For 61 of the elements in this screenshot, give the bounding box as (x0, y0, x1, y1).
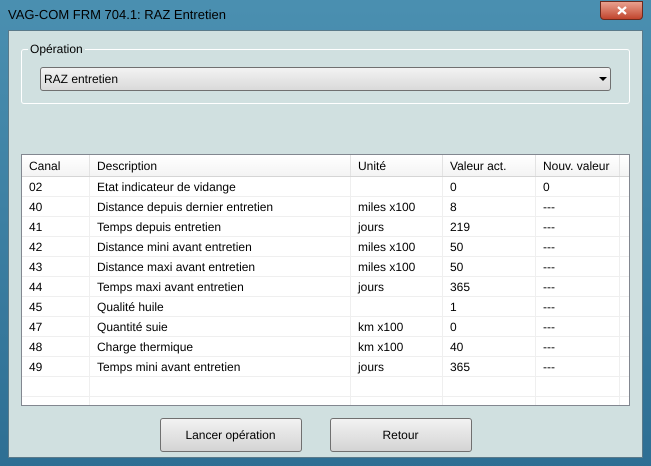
table-cell-text: --- (543, 258, 555, 276)
table-cell-text: Temps mini avant entretien (97, 358, 240, 376)
table-cell-text: miles x100 (358, 258, 416, 276)
window-title: VAG-COM FRM 704.1: RAZ Entretien (8, 6, 226, 24)
table-cell-text: 44 (29, 278, 42, 296)
column-header[interactable]: Unité (351, 155, 443, 176)
table-cell-text: 47 (29, 318, 42, 336)
dialog-button[interactable]: Lancer opération (160, 418, 302, 452)
table-cell-text: --- (543, 338, 555, 356)
table-cell-text: 48 (29, 338, 42, 356)
table-cell-text: Charge thermique (97, 338, 194, 356)
table-cell-text: km x100 (358, 318, 404, 336)
table-cell-text: Distance depuis dernier entretien (97, 198, 274, 216)
table-cell-text: 41 (29, 218, 42, 236)
table-cell-text: 365 (450, 358, 470, 376)
close-icon (616, 6, 626, 14)
table-cell-text: --- (543, 358, 555, 376)
column-header[interactable]: Description (90, 155, 351, 176)
table-cell-text: Distance mini avant entretien (97, 238, 252, 256)
table-cell-text: 365 (450, 278, 470, 296)
table-cell-text: 219 (450, 218, 470, 236)
column-header[interactable]: Canal (22, 155, 90, 176)
table-cell-text: 43 (29, 258, 42, 276)
table-cell-text: 45 (29, 298, 42, 316)
table-cell-text: Qualité huile (97, 298, 164, 316)
table-cell-text: 40 (29, 198, 42, 216)
table-cell-text: 02 (29, 178, 42, 196)
table-cell-text: 0 (450, 318, 457, 336)
table-cell-text: --- (543, 238, 555, 256)
table-cell-text: jours (358, 278, 384, 296)
table-cell-text: --- (543, 218, 555, 236)
dialog-button[interactable]: Retour (330, 418, 472, 452)
table-cell-text: --- (543, 298, 555, 316)
group-label: Opération (28, 41, 85, 57)
table-cell-text: --- (543, 278, 555, 296)
close-button[interactable] (600, 0, 643, 20)
table-cell-text: 50 (450, 258, 464, 276)
table-cell-text: 1 (450, 298, 457, 316)
table-cell-text: 50 (450, 238, 464, 256)
table-cell-text: --- (543, 318, 555, 336)
table-cell-text: Temps depuis entretien (97, 218, 222, 236)
table-cell-text: miles x100 (358, 198, 416, 216)
column-header[interactable]: Valeur act. (443, 155, 536, 176)
table-cell-text: 49 (29, 358, 42, 376)
table-cell-text: miles x100 (358, 238, 416, 256)
table-cell-text: 0 (543, 178, 550, 196)
table-cell-text: jours (358, 358, 384, 376)
column-header[interactable]: Nouv. valeur (536, 155, 620, 176)
table-cell-text: Distance maxi avant entretien (97, 258, 256, 276)
operation-dropdown[interactable]: RAZ entretien (40, 66, 611, 90)
table-cell-text: 42 (29, 238, 42, 256)
table-cell-text: 8 (450, 198, 457, 216)
table-cell-text: jours (358, 218, 384, 236)
table-cell-text: 0 (450, 178, 457, 196)
table-cell-text: --- (543, 198, 555, 216)
table-cell-text: km x100 (358, 338, 404, 356)
table-cell-text: Temps maxi avant entretien (97, 278, 244, 296)
caret-icon (599, 76, 607, 80)
table-cell-text: Etat indicateur de vidange (97, 178, 236, 196)
table-cell-text: Quantité suie (97, 318, 168, 336)
table-cell-text: 40 (450, 338, 464, 356)
